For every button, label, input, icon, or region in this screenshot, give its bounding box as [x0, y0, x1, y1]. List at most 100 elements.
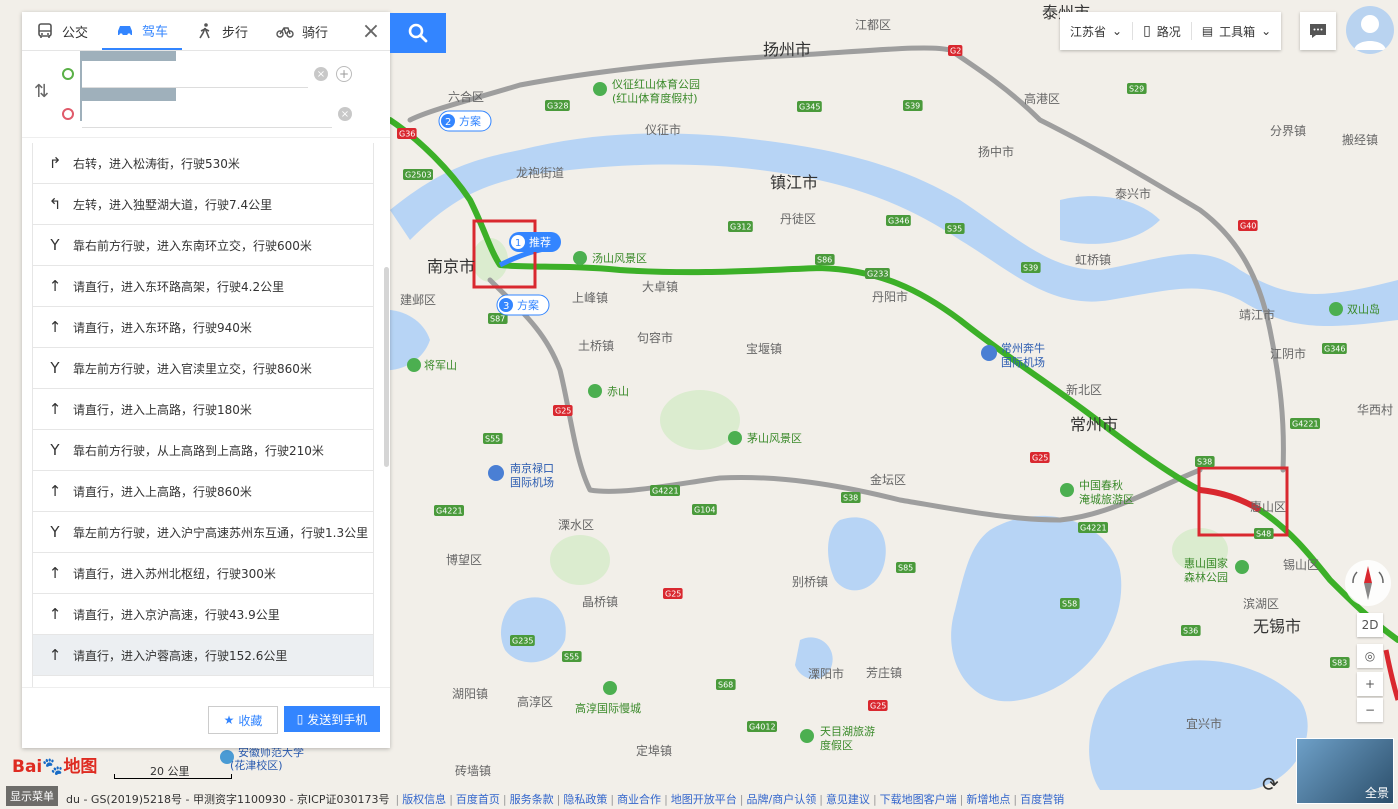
- step-item[interactable]: ↰ 左转，进入独墅湖大道，行驶7.4公里: [32, 184, 374, 225]
- tab-bike[interactable]: 骑行: [262, 12, 342, 50]
- tab-bus-label: 公交: [62, 25, 89, 41]
- footer-link[interactable]: 品牌/商户认领: [747, 793, 817, 806]
- road-badge: G346: [886, 215, 911, 226]
- view-2d-button[interactable]: 2D: [1357, 613, 1383, 637]
- step-list-scrollbar[interactable]: [384, 267, 389, 467]
- phone-icon: ▯: [296, 712, 304, 726]
- add-waypoint-icon[interactable]: +: [336, 66, 352, 82]
- svg-text:方案: 方案: [517, 298, 539, 312]
- step-item[interactable]: ↑ 请直行，进入沪蓉高速，行驶152.6公里: [32, 635, 374, 676]
- step-list: ↱ 右转，进入松涛街，行驶530米 ↰ 左转，进入独墅湖大道，行驶7.4公里 Y 靠右前方…: [32, 143, 374, 689]
- step-item[interactable]: ↑ 请直行，进入上高路，行驶180米: [32, 389, 374, 430]
- zoom-out-button[interactable]: −: [1357, 698, 1383, 722]
- poi-shuangshan[interactable]: 双山岛: [1329, 302, 1380, 316]
- step-item[interactable]: ↱ 右转，进入松涛街，行驶530米: [32, 143, 374, 184]
- svg-text:G312: G312: [730, 223, 751, 232]
- step-item[interactable]: ↑ 请直行，进入京沪高速，行驶43.9公里: [32, 594, 374, 635]
- svg-text:G25: G25: [555, 407, 571, 416]
- poi-yangshan[interactable]: 汤山风景区: [573, 251, 647, 265]
- chevron-down-icon: ⌄: [1261, 24, 1272, 38]
- message-button[interactable]: [1300, 12, 1336, 50]
- turn-arrow-icon: ↑: [48, 318, 62, 336]
- start-row: × +: [62, 60, 352, 88]
- send-to-phone-button[interactable]: ▯ 发送到手机: [284, 706, 380, 732]
- footer-link[interactable]: 意见建议: [826, 793, 870, 806]
- turn-arrow-icon: Y: [50, 236, 60, 254]
- avatar[interactable]: [1346, 6, 1394, 54]
- footer-bar: du - GS(2019)5218号 - 甲测资字1100930 - 京ICP证…: [0, 788, 1398, 809]
- footer-link[interactable]: 百度营销: [1020, 793, 1064, 806]
- poi-chishan[interactable]: 赤山: [588, 384, 629, 398]
- district-label: 分界镇: [1270, 124, 1306, 138]
- step-item[interactable]: Y 靠左前方行驶，进入官渎里立交，行驶860米: [32, 348, 374, 389]
- step-item[interactable]: ↑ 请直行，进入东环路高架，行驶4.2公里: [32, 266, 374, 307]
- tab-walk[interactable]: 步行: [182, 12, 262, 50]
- logo-bai: Bai: [12, 757, 43, 777]
- step-item[interactable]: ↑ 请直行，进入苏州北枢纽，行驶300米: [32, 553, 374, 594]
- footer-separator: |: [610, 792, 615, 806]
- province-dropdown[interactable]: 江苏省 ⌄: [1060, 12, 1132, 50]
- search-button[interactable]: [390, 13, 446, 53]
- footer-link[interactable]: 版权信息: [402, 793, 446, 806]
- district-label: 土桥镇: [578, 339, 614, 353]
- poi-maoshan[interactable]: 茅山风景区: [728, 431, 802, 445]
- step-item[interactable]: Y 靠右前方行驶，进入东南环立交，行驶600米: [32, 225, 374, 266]
- zoom-in-button[interactable]: +: [1357, 672, 1383, 696]
- favorite-button[interactable]: ★ 收藏: [208, 706, 278, 734]
- svg-text:双山岛: 双山岛: [1347, 302, 1380, 316]
- traffic-toggle[interactable]: ▯ 路况: [1133, 12, 1191, 50]
- baidu-map-logo[interactable]: Bai🐾地图: [12, 752, 97, 777]
- footer-link[interactable]: 服务条款: [510, 793, 554, 806]
- road-badge: S85: [896, 562, 916, 573]
- svg-text:G4221: G4221: [436, 507, 463, 516]
- swap-icon[interactable]: ⇅: [34, 81, 49, 102]
- logo-paw-icon: 🐾: [42, 757, 64, 777]
- tab-bus[interactable]: 公交: [22, 12, 102, 50]
- svg-text:S48: S48: [1256, 530, 1271, 539]
- bike-icon: [276, 27, 294, 38]
- step-text: 请直行，进入苏州北枢纽，行驶300米: [73, 566, 276, 581]
- road-badge: G4221: [1290, 418, 1320, 429]
- svg-text:度假区: 度假区: [820, 738, 853, 752]
- locate-button[interactable]: ◎: [1357, 644, 1383, 668]
- end-input[interactable]: [82, 100, 332, 128]
- svg-text:S39: S39: [1023, 264, 1038, 273]
- svg-text:国际机场: 国际机场: [1001, 355, 1045, 369]
- tab-car[interactable]: 驾车: [102, 12, 183, 50]
- footer-link[interactable]: 隐私政策: [563, 793, 607, 806]
- svg-text:1: 1: [515, 238, 521, 249]
- clear-start-icon[interactable]: ×: [314, 67, 328, 81]
- svg-text:S38: S38: [843, 494, 858, 503]
- route-tag-plan3[interactable]: 3 方案: [496, 294, 550, 316]
- step-text: 请直行，进入京沪高速，行驶43.9公里: [73, 607, 280, 622]
- step-item[interactable]: ↑ 请直行，进入上高路，行驶860米: [32, 471, 374, 512]
- step-item[interactable]: ↑ 请直行，进入东环路，行驶940米: [32, 307, 374, 348]
- footer-link[interactable]: 新增地点: [966, 793, 1010, 806]
- road-badge: G4221: [1078, 522, 1108, 533]
- traffic-light-icon: ▯: [1143, 23, 1151, 39]
- route-inputs: ⇅ × + ×: [22, 51, 390, 138]
- svg-text:2: 2: [445, 117, 451, 128]
- close-icon[interactable]: ×: [352, 12, 390, 50]
- footer-separator: |: [556, 792, 561, 806]
- poi-jiangjun[interactable]: 将军山: [407, 358, 457, 372]
- footer-link[interactable]: 商业合作: [617, 793, 661, 806]
- svg-text:G4221: G4221: [652, 487, 679, 496]
- city-label-zhenjiang: 镇江市: [770, 173, 818, 192]
- svg-text:G235: G235: [512, 637, 533, 646]
- clear-end-icon[interactable]: ×: [338, 107, 352, 121]
- route-tag-plan1[interactable]: 1 推荐: [509, 232, 561, 252]
- footer-link[interactable]: 下载地图客户端: [880, 793, 957, 806]
- svg-text:G2: G2: [950, 47, 961, 56]
- footer-link[interactable]: 百度首页: [456, 793, 500, 806]
- start-input[interactable]: [82, 60, 308, 88]
- svg-text:G346: G346: [888, 217, 909, 226]
- compass-icon[interactable]: [1345, 560, 1391, 606]
- step-text: 请直行，进入上高路，行驶180米: [73, 402, 252, 417]
- step-item[interactable]: Y 靠左前方行驶，进入沪宁高速苏州东互通，行驶1.3公里: [32, 512, 374, 553]
- route-tag-plan2[interactable]: 2 方案: [438, 110, 492, 132]
- step-text: 靠左前方行驶，进入官渎里立交，行驶860米: [73, 361, 312, 376]
- toolbox-dropdown[interactable]: ▤ 工具箱 ⌄: [1192, 12, 1281, 50]
- footer-link[interactable]: 地图开放平台: [671, 793, 737, 806]
- step-item[interactable]: Y 靠右前方行驶，从上高路到上高路，行驶210米: [32, 430, 374, 471]
